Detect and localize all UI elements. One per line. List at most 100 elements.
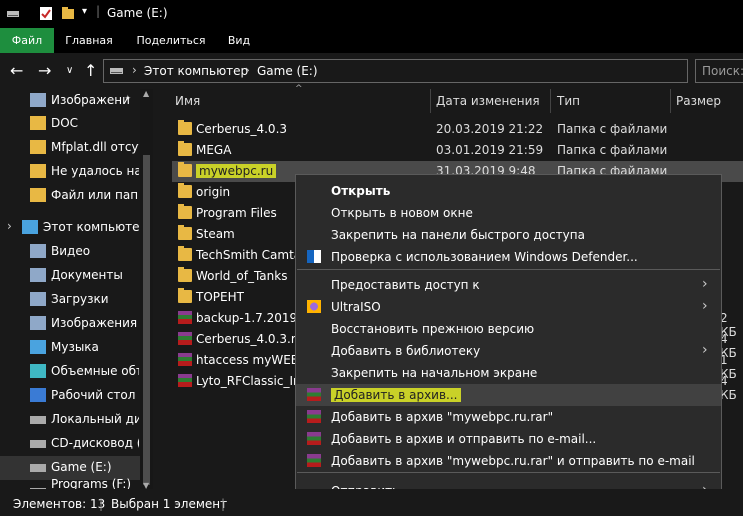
menu-separator <box>297 472 720 473</box>
recent-locations-chevron-icon[interactable]: ∨ <box>66 65 73 76</box>
quick-access-dropdown-icon[interactable]: ▾ <box>82 6 87 21</box>
tab-share[interactable]: Поделиться <box>130 28 212 53</box>
context-menu-item[interactable]: Добавить в архив "mywebpc.ru.rar" <box>296 406 721 428</box>
file-name: Cerberus_4.0.3.rar <box>196 332 309 346</box>
sidebar-item[interactable]: › Этот компьютер <box>0 216 140 240</box>
up-arrow-icon[interactable]: ↑ <box>84 61 97 80</box>
context-menu-item[interactable]: Добавить в библиотеку › <box>296 340 721 362</box>
context-menu-item[interactable]: UltraISO › <box>296 296 721 318</box>
file-name: origin <box>196 185 231 199</box>
column-header-size[interactable]: Размер <box>676 89 721 113</box>
status-divider: | <box>99 497 104 511</box>
sidebar-item-label: Изображения <box>51 316 138 330</box>
sidebar-item[interactable]: Изображения <box>0 312 140 336</box>
folder-icon <box>178 162 192 177</box>
breadcrumb-chevron-icon[interactable]: › <box>132 63 137 77</box>
sidebar-item[interactable]: Файл или папка <box>0 184 140 208</box>
file-row[interactable]: MEGA 03.01.2019 21:59 Папка с файлами <box>172 140 743 161</box>
context-menu-item-label: Открыть в новом окне <box>331 206 473 220</box>
title-divider: | <box>96 4 101 18</box>
expand-chevron-icon[interactable]: › <box>7 219 12 233</box>
context-menu-item-label: Добавить в архив "mywebpc.ru.rar" <box>331 410 554 424</box>
sidebar-item[interactable]: Документы <box>0 264 140 288</box>
context-menu-item[interactable]: Предоставить доступ к › <box>296 274 721 296</box>
sidebar-item[interactable]: Рабочий стол <box>0 384 140 408</box>
context-menu-item[interactable]: Открыть в новом окне <box>296 202 721 224</box>
file-row[interactable]: Cerberus_4.0.3 20.03.2019 21:22 Папка с фа… <box>172 119 743 140</box>
sidebar-item-label: CD-дисковод (D <box>51 436 139 450</box>
tab-file[interactable]: Файл <box>0 28 54 53</box>
sidebar-item[interactable]: Локальный дис <box>0 408 140 432</box>
sidebar-item[interactable]: ✦ Изображени <box>0 89 140 113</box>
sidebar-item[interactable]: CD-дисковод (D <box>0 432 140 456</box>
sidebar-item-label: Объемные объ <box>51 364 139 378</box>
tab-view[interactable]: Вид <box>220 28 258 53</box>
sidebar-item-label: Файл или папка <box>51 188 139 202</box>
sort-ascending-icon: ^ <box>295 84 303 94</box>
forward-arrow-icon[interactable]: → <box>38 61 51 80</box>
sidebar-item[interactable]: Видео <box>0 240 140 264</box>
file-name: MEGA <box>196 143 232 157</box>
sidebar-item[interactable]: Mfplat.dll отсуто <box>0 136 140 160</box>
context-menu-item[interactable]: Проверка с использованием Windows Defend… <box>296 246 721 268</box>
sidebar-scrollbar-thumb[interactable] <box>143 155 150 485</box>
column-divider[interactable] <box>670 89 671 113</box>
file-name: ТОРЕНТ <box>196 290 244 304</box>
drive-icon <box>30 416 46 424</box>
column-header-date[interactable]: Дата изменения <box>436 89 540 113</box>
winrar-icon <box>307 454 321 467</box>
file-name: Steam <box>196 227 235 241</box>
submenu-chevron-icon: › <box>702 298 708 314</box>
file-name: mywebpc.ru <box>196 164 277 178</box>
sidebar-item-label: DOC <box>51 116 79 130</box>
column-divider[interactable] <box>550 89 551 113</box>
context-menu-item-label: Добавить в архив "mywebpc.ru.rar" и отпр… <box>331 454 695 468</box>
selection-count: Выбран 1 элемент <box>111 497 228 511</box>
breadcrumb-game-drive[interactable]: Game (E:) <box>257 64 318 78</box>
window-title: Game (E:) <box>107 6 168 20</box>
folder-icon <box>178 267 192 282</box>
scroll-up-icon[interactable]: ▲ <box>143 89 149 98</box>
sidebar-item-label: Документы <box>51 268 123 282</box>
sidebar-item[interactable]: Programs (F:) <box>0 477 140 496</box>
status-divider: | <box>221 497 226 511</box>
properties-icon[interactable] <box>38 6 54 21</box>
context-menu-item[interactable]: Закрепить на начальном экране <box>296 362 721 384</box>
column-divider[interactable] <box>430 89 431 113</box>
submenu-chevron-icon: › <box>702 342 708 358</box>
context-menu-item[interactable]: Закрепить на панели быстрого доступа <box>296 224 721 246</box>
file-name: TechSmith Camtas <box>196 248 308 262</box>
defender-shield-icon <box>307 250 321 263</box>
context-menu-item[interactable]: Открыть <box>296 180 721 202</box>
back-arrow-icon[interactable]: ← <box>10 61 23 80</box>
sidebar-item-label: Изображени <box>51 93 130 107</box>
3d-objects-icon <box>30 364 46 378</box>
new-folder-icon[interactable] <box>60 6 76 21</box>
breadcrumb-this-pc[interactable]: Этот компьютер <box>144 64 248 78</box>
sidebar-item-label: Локальный дис <box>51 412 139 426</box>
context-menu-item[interactable]: Восстановить прежнюю версию <box>296 318 721 340</box>
breadcrumb-chevron-icon[interactable]: › <box>245 63 250 77</box>
folder-icon <box>178 120 192 135</box>
context-menu-item-label: Предоставить доступ к <box>331 278 480 292</box>
status-bar: Элементов: 13 | Выбран 1 элемент | <box>0 489 743 516</box>
sidebar-item[interactable]: Загрузки <box>0 288 140 312</box>
rar-icon <box>178 332 192 345</box>
context-menu-item[interactable]: Добавить в архив... <box>296 384 721 406</box>
tab-home[interactable]: Главная <box>58 28 120 53</box>
sidebar-item[interactable]: DOC <box>0 112 140 136</box>
column-header-type[interactable]: Тип <box>557 89 580 113</box>
folder-icon <box>30 188 46 202</box>
address-bar[interactable]: › Этот компьютер › Game (E:) <box>103 59 688 83</box>
context-menu-item[interactable]: Добавить в архив и отправить по e-mail..… <box>296 428 721 450</box>
context-menu-item[interactable]: Добавить в архив "mywebpc.ru.rar" и отпр… <box>296 450 721 472</box>
search-input[interactable]: Поиск: <box>695 59 743 83</box>
folder-icon <box>30 116 46 130</box>
sidebar-item[interactable]: Объемные объ <box>0 360 140 384</box>
file-type: Папка с файлами <box>557 143 668 157</box>
sidebar-item[interactable]: Музыка <box>0 336 140 360</box>
column-header-name[interactable]: Имя <box>175 89 200 113</box>
sidebar-item[interactable]: Не удалось най <box>0 160 140 184</box>
pictures-icon <box>30 93 46 107</box>
drive-icon <box>30 464 46 472</box>
